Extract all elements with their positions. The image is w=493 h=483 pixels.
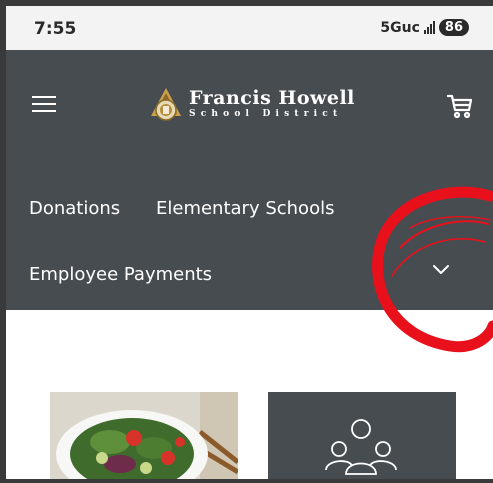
logo-name: Francis Howell: [189, 87, 355, 109]
people-group-icon: [325, 419, 397, 475]
status-indicators: 5Guc 86: [380, 19, 469, 36]
district-logo[interactable]: Francis Howell School District: [149, 86, 355, 122]
chevron-down-icon[interactable]: [432, 264, 450, 276]
status-time: 7:55: [34, 19, 77, 39]
nav-item-elementary-schools[interactable]: Elementary Schools: [156, 198, 334, 219]
screen: 7:55 5Guc 86 Francis Howell School Distr…: [0, 0, 493, 483]
status-bar: 7:55 5Guc 86: [6, 6, 493, 50]
nav-item-employee-payments[interactable]: Employee Payments: [29, 264, 212, 285]
logo-text: Francis Howell School District: [189, 89, 355, 119]
cart-icon[interactable]: [446, 92, 474, 120]
logo-emblem-icon: [151, 88, 181, 121]
network-label: 5Guc: [380, 19, 420, 36]
nav-item-donations[interactable]: Donations: [29, 198, 120, 219]
logo-subtitle: School District: [189, 109, 343, 119]
site-header: Francis Howell School District Donations…: [6, 50, 493, 310]
screen-edge: [0, 479, 493, 483]
battery-badge: 86: [438, 19, 469, 36]
salad-image: [50, 392, 238, 480]
product-card-employee[interactable]: [268, 392, 456, 480]
hamburger-icon[interactable]: [32, 94, 58, 114]
product-card-food[interactable]: [50, 392, 238, 480]
signal-icon: [423, 21, 435, 34]
